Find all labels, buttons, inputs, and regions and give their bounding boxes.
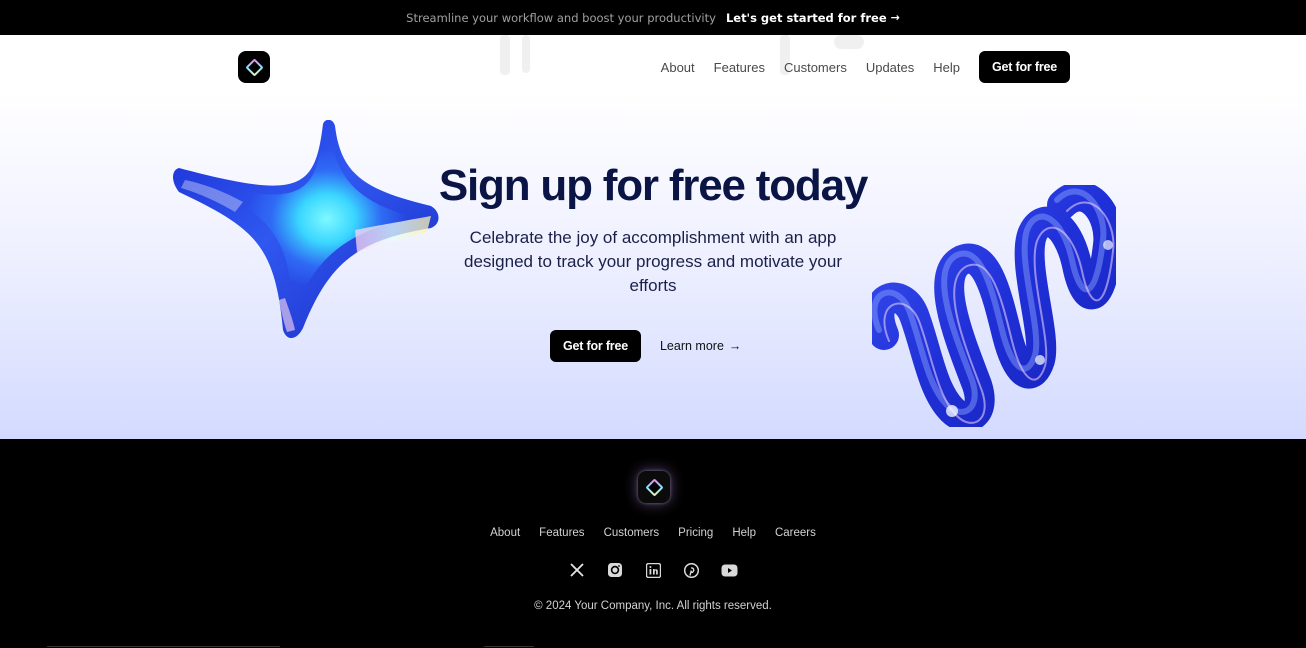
youtube-icon[interactable] (720, 561, 738, 579)
footer-link-help[interactable]: Help (732, 527, 756, 539)
arrow-right-icon: → (890, 11, 900, 24)
instagram-icon[interactable] (606, 561, 624, 579)
announcement-bar: Streamline your workflow and boost your … (0, 0, 1306, 35)
footer: About Features Customers Pricing Help Ca… (0, 439, 1306, 648)
arrow-right-icon: → (728, 339, 742, 353)
logo[interactable] (238, 51, 270, 83)
diamond-logo-icon (644, 477, 664, 497)
social-links (0, 561, 1306, 579)
nav-link-updates[interactable]: Updates (866, 60, 914, 75)
footer-logo[interactable] (638, 471, 670, 503)
diamond-logo-icon (244, 57, 264, 77)
copyright-text: © 2024 Your Company, Inc. All rights res… (534, 600, 772, 612)
nav-link-features[interactable]: Features (714, 60, 765, 75)
footer-divider (47, 646, 280, 647)
hero-subtitle: Celebrate the joy of accomplishment with… (464, 228, 842, 295)
hero-get-for-free-button[interactable]: Get for free (550, 330, 641, 362)
hero-section: About Features Customers Updates Help Ge… (0, 35, 1306, 439)
hero-title: Sign up for free today (438, 161, 868, 210)
nav-link-customers[interactable]: Customers (784, 60, 847, 75)
footer-link-features[interactable]: Features (539, 527, 584, 539)
footer-links: About Features Customers Pricing Help Ca… (0, 527, 1306, 539)
hero-cta-row: Get for free Learn more → (550, 330, 741, 362)
announcement-cta-label: Let's get started for free (725, 10, 887, 25)
star-3d-illustration (173, 120, 439, 338)
footer-link-customers[interactable]: Customers (604, 527, 660, 539)
learn-more-link[interactable]: Learn more → (660, 339, 741, 353)
footer-link-careers[interactable]: Careers (775, 527, 816, 539)
learn-more-label: Learn more (659, 339, 724, 353)
nav-get-for-free-button[interactable]: Get for free (979, 51, 1070, 83)
announcement-cta-link[interactable]: Let's get started for free → (726, 11, 900, 25)
announcement-text: Streamline your workflow and boost your … (406, 10, 716, 25)
footer-link-about[interactable]: About (490, 527, 520, 539)
linkedin-icon[interactable] (644, 561, 662, 579)
nav-link-about[interactable]: About (661, 60, 695, 75)
main-nav: About Features Customers Updates Help Ge… (238, 51, 1070, 83)
nav-link-help[interactable]: Help (933, 60, 960, 75)
pinterest-icon[interactable] (682, 561, 700, 579)
spring-3d-illustration (872, 185, 1116, 427)
nav-links: About Features Customers Updates Help (661, 60, 960, 75)
footer-link-pricing[interactable]: Pricing (678, 527, 713, 539)
footer-divider (484, 646, 534, 647)
ghost-decoration (834, 35, 864, 49)
x-icon[interactable] (568, 561, 586, 579)
